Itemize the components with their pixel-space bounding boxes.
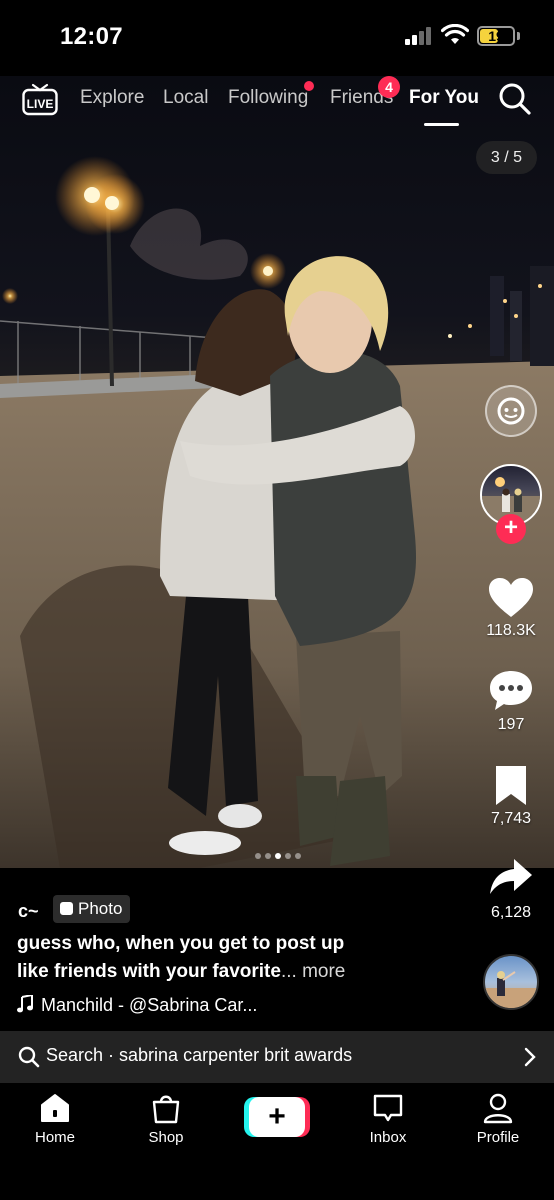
comment-count: 197 <box>497 716 525 733</box>
search-icon <box>18 1046 40 1068</box>
battery-level: 19 <box>488 28 504 44</box>
tab-for-you[interactable]: For You <box>409 87 479 109</box>
wifi-icon <box>441 24 469 44</box>
tab-explore[interactable]: Explore <box>80 87 144 109</box>
face-effect-button[interactable] <box>485 385 537 437</box>
battery-icon: 19 <box>477 26 515 46</box>
face-icon <box>497 397 525 425</box>
photo-counter: 3 / 5 <box>476 141 537 174</box>
music-title: Manchild - @Sabrina Car... <box>41 995 258 1015</box>
save-count: 7,743 <box>490 810 532 827</box>
bookmark-icon[interactable] <box>487 764 535 808</box>
plus-icon: + <box>268 1100 286 1133</box>
nav-home[interactable]: Home <box>10 1083 100 1146</box>
search-icon[interactable] <box>498 82 532 116</box>
carousel-dot-active <box>275 853 281 859</box>
comment-icon[interactable] <box>487 668 535 712</box>
post-caption[interactable]: guess who, when you get to post up like … <box>17 930 417 986</box>
shopping-bag-icon <box>152 1095 180 1124</box>
caption-more-link[interactable]: ... more <box>281 961 345 982</box>
bottom-nav: Home Shop + Inbox Profile <box>0 1083 554 1200</box>
nav-shop-label: Shop <box>148 1129 184 1146</box>
post-photo[interactable] <box>0 76 554 868</box>
nav-profile[interactable]: Profile <box>453 1083 543 1146</box>
related-search-text: Search · sabrina carpenter brit awards <box>46 1045 353 1065</box>
caption-line-1: guess who, when you get to post up <box>17 933 345 954</box>
carousel-dot <box>295 853 301 859</box>
svg-text:LIVE: LIVE <box>27 97 54 111</box>
music-note-icon <box>17 995 33 1013</box>
author-name[interactable]: c~ <box>18 901 39 922</box>
nav-profile-label: Profile <box>476 1129 520 1146</box>
create-button[interactable]: + <box>244 1097 310 1137</box>
home-icon <box>41 1094 69 1122</box>
share-icon[interactable] <box>487 856 535 900</box>
chevron-right-icon <box>524 1047 536 1067</box>
status-time: 12:07 <box>60 23 123 50</box>
like-count: 118.3K <box>486 622 536 639</box>
cellular-signal-icon <box>405 27 433 45</box>
tab-local[interactable]: Local <box>163 87 208 109</box>
heart-icon[interactable] <box>487 576 535 620</box>
inbox-icon <box>373 1094 403 1122</box>
carousel-dot <box>265 853 271 859</box>
active-tab-indicator <box>424 123 459 126</box>
following-notification-dot <box>304 81 314 91</box>
photo-icon <box>60 902 73 915</box>
music-disc-image <box>485 971 537 1008</box>
photo-chip: Photo <box>53 895 131 923</box>
photo-chip-label: Photo <box>78 899 123 918</box>
share-count: 6,128 <box>490 904 532 921</box>
nav-home-label: Home <box>34 1129 75 1146</box>
carousel-dot <box>255 853 261 859</box>
nav-shop[interactable]: Shop <box>121 1083 211 1146</box>
music-disc[interactable] <box>483 954 539 1010</box>
nav-inbox[interactable]: Inbox <box>343 1083 433 1146</box>
profile-icon <box>483 1093 513 1124</box>
tab-following[interactable]: Following <box>228 87 308 109</box>
nav-inbox-label: Inbox <box>369 1129 407 1146</box>
live-icon[interactable]: LIVE <box>22 82 58 116</box>
follow-button[interactable]: + <box>496 514 526 544</box>
friends-badge: 4 <box>378 76 400 98</box>
caption-line-2: like friends with your favorite <box>17 961 281 982</box>
music-info[interactable]: Manchild - @Sabrina Car... <box>17 995 257 1016</box>
status-bar: 12:07 19 <box>0 0 554 76</box>
related-search-bar[interactable]: Search · sabrina carpenter brit awards <box>0 1031 554 1083</box>
carousel-dot <box>285 853 291 859</box>
photo-scene <box>0 156 554 868</box>
